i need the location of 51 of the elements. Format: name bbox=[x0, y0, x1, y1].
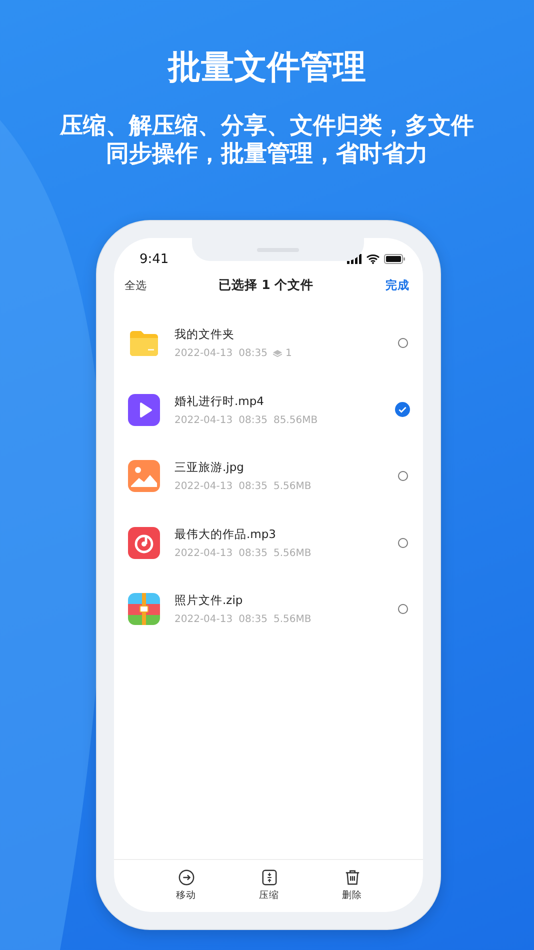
archive-icon bbox=[128, 593, 160, 626]
nav-title: 已选择 1 个文件 bbox=[218, 276, 314, 294]
image-icon bbox=[128, 460, 160, 492]
subtitle-line: 压缩、解压缩、分享、文件归类，多文件 bbox=[60, 112, 474, 140]
radio-button[interactable] bbox=[398, 338, 408, 348]
layers-icon bbox=[273, 350, 282, 358]
toolbar-button[interactable]: 移动 bbox=[144, 860, 228, 912]
radio-button[interactable] bbox=[398, 538, 408, 548]
file-size: 5.56MB bbox=[273, 481, 312, 492]
file-row[interactable]: 照片文件.zip 2022-04-13 08:35 5.56MB bbox=[114, 576, 422, 642]
file-date: 2022-04-13 bbox=[174, 481, 233, 492]
signal-icon bbox=[346, 254, 362, 264]
file-name: 照片文件.zip bbox=[174, 593, 244, 608]
subtitle-line: 同步操作，批量管理，省时省力 bbox=[106, 140, 428, 168]
select-all-button[interactable]: 全选 bbox=[124, 278, 146, 292]
play-icon bbox=[128, 394, 160, 426]
toolbar-button[interactable]: 删除 bbox=[310, 860, 394, 912]
file-date: 2022-04-13 bbox=[174, 348, 233, 360]
file-row[interactable]: 我的文件夹 2022-04-13 08:35 1 bbox=[114, 310, 422, 376]
status-time: 9:41 bbox=[140, 252, 169, 266]
file-name: 婚礼进行时.mp4 bbox=[174, 394, 265, 409]
arrow-circle-icon bbox=[178, 869, 194, 886]
toolbar-button[interactable]: 压缩 bbox=[228, 860, 310, 912]
headline: 批量文件管理 bbox=[168, 46, 366, 88]
file-size: 85.56MB bbox=[273, 414, 318, 426]
radio-button[interactable] bbox=[398, 604, 408, 614]
music-icon bbox=[128, 526, 160, 559]
trash-icon bbox=[344, 869, 360, 886]
file-date: 2022-04-13 bbox=[174, 414, 233, 426]
compress-icon bbox=[260, 869, 278, 886]
file-size: 5.56MB bbox=[273, 548, 312, 559]
file-row[interactable]: 三亚旅游.jpg 2022-04-13 08:35 5.56MB bbox=[114, 443, 422, 510]
file-name: 我的文件夹 bbox=[174, 327, 236, 342]
file-date: 2022-04-13 bbox=[174, 548, 233, 559]
file-date: 2022-04-13 bbox=[174, 614, 233, 626]
file-size: 5.56MB bbox=[273, 614, 312, 626]
file-time: 08:35 bbox=[238, 614, 268, 626]
file-name: 最伟大的作品.mp3 bbox=[174, 526, 277, 542]
checked-icon[interactable] bbox=[394, 402, 410, 418]
battery-icon bbox=[384, 254, 404, 264]
file-row[interactable]: 最伟大的作品.mp3 2022-04-13 08:35 5.56MB bbox=[114, 510, 422, 576]
radio-button[interactable] bbox=[398, 471, 408, 482]
done-button[interactable]: 完成 bbox=[386, 278, 410, 292]
file-time: 08:35 bbox=[238, 481, 268, 492]
file-row[interactable]: 婚礼进行时.mp4 2022-04-13 08:35 85.56MB bbox=[114, 376, 422, 443]
file-time: 08:35 bbox=[238, 414, 268, 426]
item-count: 1 bbox=[285, 348, 292, 360]
file-time: 08:35 bbox=[238, 348, 268, 360]
wifi-icon bbox=[366, 254, 380, 264]
file-time: 08:35 bbox=[238, 548, 268, 559]
file-name: 三亚旅游.jpg bbox=[174, 460, 245, 476]
